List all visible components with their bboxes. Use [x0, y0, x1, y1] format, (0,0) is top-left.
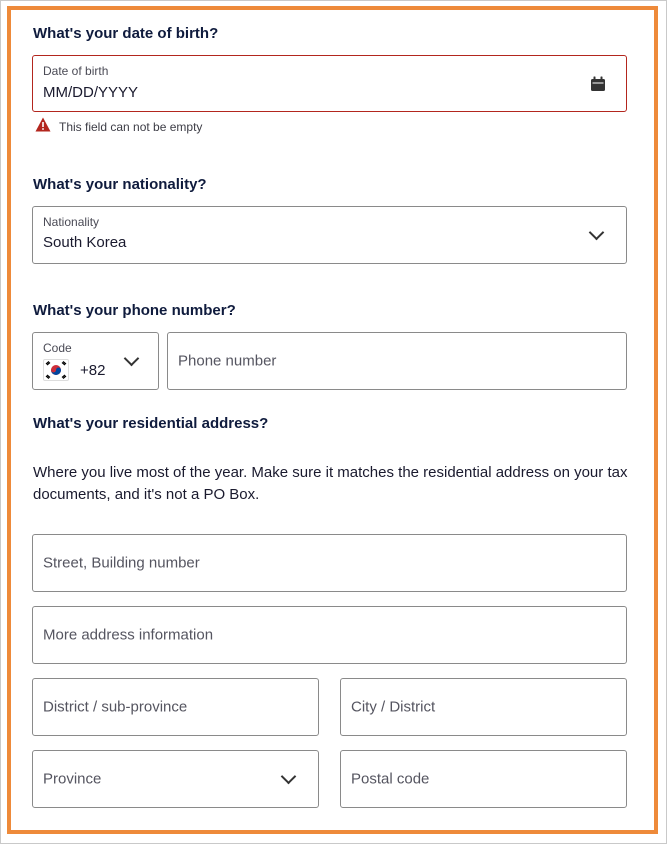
nationality-label: Nationality	[43, 215, 100, 229]
city-placeholder: City / District	[351, 698, 436, 716]
chevron-down-icon	[123, 350, 140, 367]
phone-question: What's your phone number?	[33, 302, 236, 319]
phone-placeholder: Phone number	[178, 352, 277, 370]
dob-label: Date of birth	[43, 64, 109, 78]
district-placeholder: District / sub-province	[43, 698, 188, 716]
warning-icon	[35, 117, 51, 137]
street-placeholder: Street, Building number	[43, 554, 200, 572]
province-placeholder: Province	[43, 770, 102, 788]
south-korea-flag-icon	[43, 359, 69, 381]
dob-value: MM/DD/YYYY	[43, 84, 139, 101]
code-label: Code	[43, 341, 72, 355]
district-input[interactable]: District / sub-province	[32, 678, 319, 736]
province-select[interactable]: Province	[32, 750, 319, 808]
postal-code-placeholder: Postal code	[351, 770, 430, 788]
dob-error-text: This field can not be empty	[59, 120, 203, 134]
nationality-question: What's your nationality?	[33, 176, 207, 193]
city-input[interactable]: City / District	[340, 678, 627, 736]
code-value: +82	[80, 362, 106, 379]
nationality-value: South Korea	[43, 234, 127, 251]
nationality-select[interactable]: Nationality South Korea	[32, 206, 627, 264]
dob-error: This field can not be empty	[35, 117, 203, 137]
postal-code-input[interactable]: Postal code	[340, 750, 627, 808]
chevron-down-icon	[588, 224, 605, 241]
phone-input[interactable]: Phone number	[167, 332, 627, 390]
address-question: What's your residential address?	[33, 415, 269, 432]
address-description: Where you live most of the year. Make su…	[33, 464, 628, 503]
chevron-down-icon	[280, 768, 297, 785]
dob-question: What's your date of birth?	[33, 25, 219, 42]
calendar-icon[interactable]	[590, 76, 606, 92]
country-code-select[interactable]: Code +82	[32, 332, 159, 390]
dob-field[interactable]: Date of birth MM/DD/YYYY	[32, 55, 627, 112]
more-address-input[interactable]: More address information	[32, 606, 627, 664]
more-address-placeholder: More address information	[43, 626, 214, 644]
street-input[interactable]: Street, Building number	[32, 534, 627, 592]
